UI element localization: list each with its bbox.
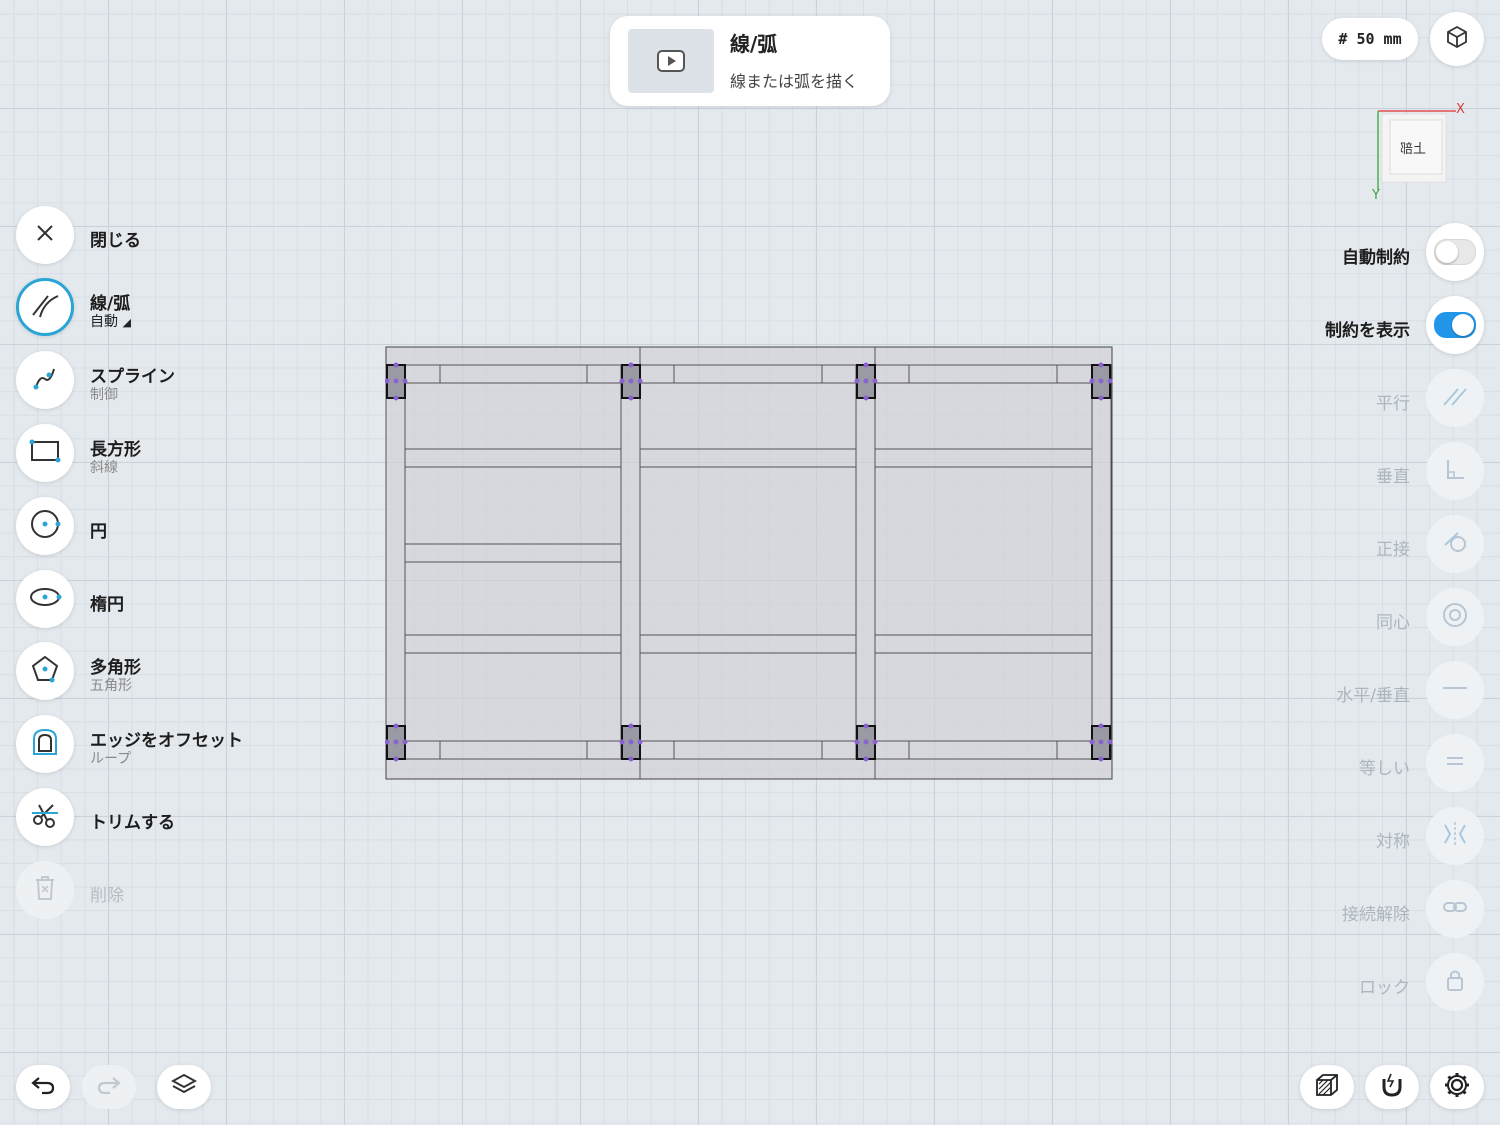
circle-label: 円 [90, 522, 107, 542]
show-constraints-toggle-button[interactable] [1426, 296, 1484, 354]
line-arc-icon [28, 288, 62, 326]
magnet-icon [1379, 1071, 1405, 1103]
grid-size-label: # 50 mm [1338, 30, 1402, 48]
trim-tool-button[interactable] [16, 788, 74, 846]
symmetric-icon [1440, 819, 1470, 853]
delete-button[interactable] [16, 861, 74, 919]
3d-view-button[interactable] [1430, 12, 1484, 66]
offset-edge-mode[interactable]: ループ [90, 748, 131, 768]
delete-label: 削除 [90, 886, 124, 906]
undo-icon [30, 1074, 56, 1100]
symmetric-label: 対称 [1376, 832, 1410, 852]
dropdown-triangle-icon: ◢ [122, 316, 131, 329]
ellipse-icon [28, 584, 62, 614]
undo-button[interactable] [16, 1065, 70, 1109]
close-button[interactable] [16, 206, 74, 264]
spline-icon [30, 363, 60, 397]
ellipse-label: 楕円 [90, 595, 124, 615]
trim-label: トリムする [90, 813, 175, 833]
lock-label: ロック [1359, 978, 1410, 998]
rectangle-mode[interactable]: 斜線 [90, 457, 118, 477]
disconnect-button[interactable] [1426, 880, 1484, 938]
auto-constraint-toggle[interactable] [1434, 239, 1476, 265]
spline-mode[interactable]: 制御 [90, 384, 118, 404]
snap-button[interactable] [1365, 1065, 1419, 1109]
ellipse-tool-button[interactable] [16, 570, 74, 628]
spline-tool-button[interactable] [16, 351, 74, 409]
rectangle-icon [29, 437, 61, 469]
line-arc-mode[interactable]: 自動 ◢ [90, 311, 131, 331]
tangent-button[interactable] [1426, 515, 1484, 573]
redo-button[interactable] [82, 1065, 136, 1109]
line-arc-tool-button[interactable] [16, 278, 74, 336]
disconnect-label: 接続解除 [1342, 905, 1410, 925]
trash-icon [33, 874, 57, 906]
tangent-icon [1440, 527, 1470, 561]
line-arc-mode-label: 自動 [90, 314, 118, 330]
horizontal-vertical-button[interactable] [1426, 661, 1484, 719]
circle-icon [28, 507, 62, 545]
offset-edge-icon [30, 727, 60, 761]
link-icon [1440, 892, 1470, 926]
hint-card[interactable]: 線/弧 線または弧を描く [610, 16, 890, 106]
perpendicular-icon [1440, 454, 1470, 488]
show-constraints-toggle[interactable] [1434, 312, 1476, 338]
sketch-canvas[interactable] [384, 346, 1113, 780]
horizontal-line-icon [1440, 673, 1470, 707]
parallel-icon [1440, 381, 1470, 415]
symmetric-button[interactable] [1426, 807, 1484, 865]
lock-button[interactable] [1426, 953, 1484, 1011]
view-cube-face-label: 上部 [1400, 142, 1427, 157]
pentagon-icon [29, 653, 61, 689]
perpendicular-label: 垂直 [1376, 467, 1410, 487]
lock-icon [1440, 965, 1470, 999]
rectangle-tool-button[interactable] [16, 424, 74, 482]
settings-button[interactable] [1430, 1065, 1484, 1109]
axis-x-label: X [1456, 102, 1465, 117]
cube-icon [1444, 24, 1470, 54]
play-icon [656, 46, 686, 80]
axis-y-label: Y [1372, 188, 1380, 203]
perpendicular-button[interactable] [1426, 442, 1484, 500]
close-label: 閉じる [90, 231, 141, 251]
hint-title: 線/弧 [730, 32, 778, 56]
auto-constraint-toggle-button[interactable] [1426, 223, 1484, 281]
circle-tool-button[interactable] [16, 497, 74, 555]
offset-edge-tool-button[interactable] [16, 715, 74, 773]
tangent-label: 正接 [1376, 540, 1410, 560]
parallel-label: 平行 [1376, 394, 1410, 414]
view-cube[interactable]: 上部 X Y [1370, 102, 1470, 204]
redo-icon [96, 1074, 122, 1100]
equal-button[interactable] [1426, 734, 1484, 792]
gear-icon [1443, 1071, 1471, 1103]
layers-icon [170, 1072, 198, 1102]
parallel-button[interactable] [1426, 369, 1484, 427]
concentric-icon [1440, 600, 1470, 634]
close-icon [34, 222, 56, 248]
hint-subtitle: 線または弧を描く [730, 72, 859, 91]
section-view-button[interactable] [1300, 1065, 1354, 1109]
auto-constraint-label: 自動制約 [1342, 248, 1410, 268]
concentric-button[interactable] [1426, 588, 1484, 646]
hatched-box-icon [1313, 1071, 1341, 1103]
layers-button[interactable] [157, 1065, 211, 1109]
grid-size-button[interactable]: # 50 mm [1322, 18, 1418, 60]
horizontal-vertical-label: 水平/垂直 [1336, 686, 1410, 706]
equal-icon [1440, 746, 1470, 780]
show-constraints-label: 制約を表示 [1325, 321, 1410, 341]
concentric-label: 同心 [1376, 613, 1410, 633]
hint-video-thumbnail[interactable] [628, 29, 714, 93]
polygon-mode[interactable]: 五角形 [90, 675, 132, 695]
polygon-tool-button[interactable] [16, 642, 74, 700]
scissors-icon [29, 799, 61, 835]
equal-label: 等しい [1359, 759, 1410, 779]
